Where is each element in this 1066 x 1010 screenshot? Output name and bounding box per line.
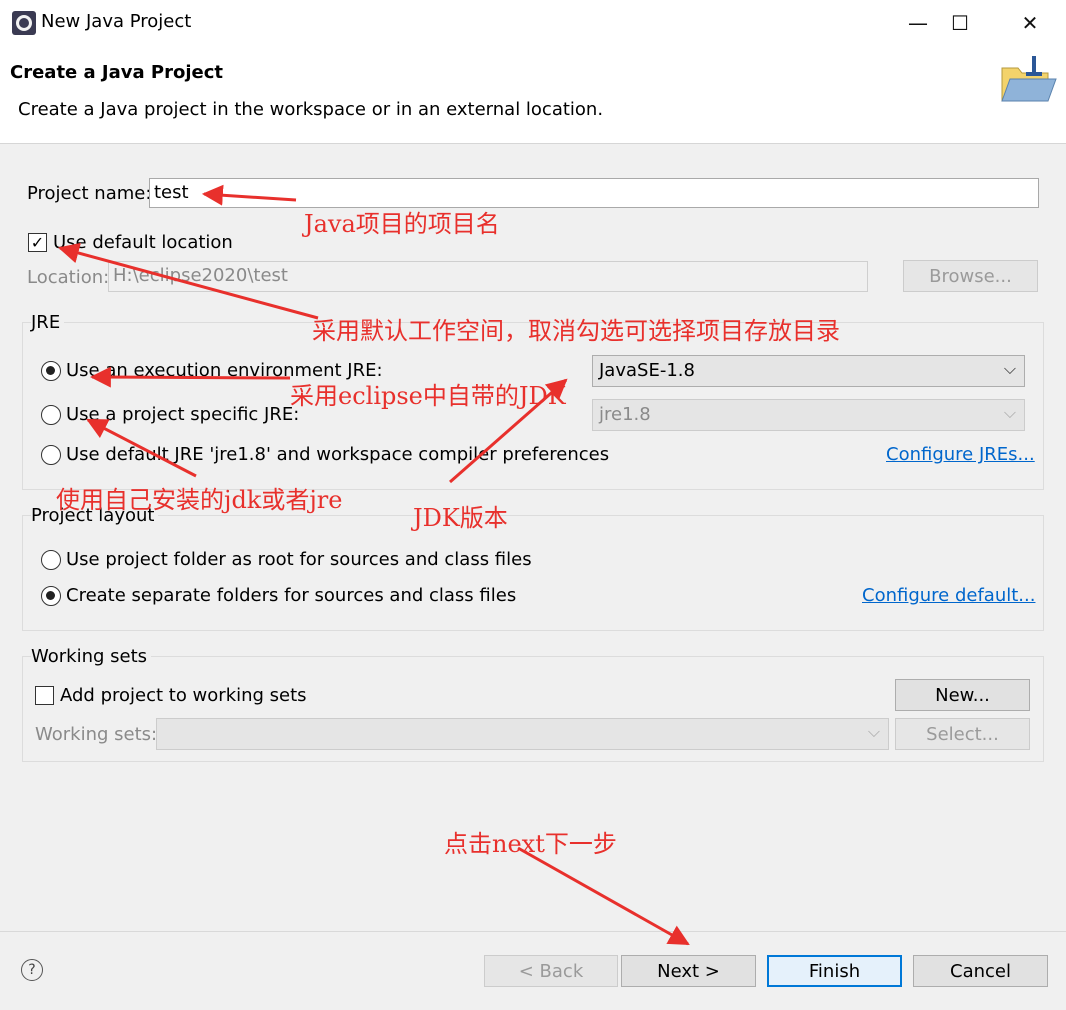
maximize-icon: ☐ — [951, 11, 969, 35]
jre-default-label: Use default JRE 'jre1.8' and workspace c… — [66, 444, 610, 465]
maximize-button[interactable]: ☐ — [926, 0, 994, 46]
execution-env-value: JavaSE-1.8 — [599, 360, 695, 381]
minimize-icon: — — [908, 11, 928, 35]
help-button[interactable]: ? — [21, 959, 43, 981]
back-button[interactable]: < Back — [484, 955, 618, 987]
cancel-button[interactable]: Cancel — [913, 955, 1048, 987]
new-java-project-folder-icon — [1001, 56, 1057, 102]
wizard-header: Create a Java Project Create a Java proj… — [0, 46, 1066, 144]
help-icon: ? — [28, 962, 36, 978]
eclipse-app-icon — [12, 11, 36, 35]
next-button[interactable]: Next > — [621, 955, 756, 987]
jre-execution-env-radio[interactable] — [41, 361, 61, 381]
project-name-input[interactable]: test — [149, 178, 1039, 208]
project-name-label: Project name: — [27, 183, 152, 204]
location-input[interactable]: H:\eclipse2020\test — [108, 261, 868, 292]
use-default-location-label: Use default location — [53, 232, 233, 253]
chevron-down-icon: ⌵ — [1003, 403, 1016, 422]
annotation-own-jdk: 使用自己安装的jdk或者jre — [56, 486, 343, 514]
new-working-set-button[interactable]: New... — [895, 679, 1030, 711]
configure-default-link[interactable]: Configure default... — [862, 585, 1035, 606]
project-layout-group — [22, 515, 1044, 631]
annotation-default-location: 采用默认工作空间，取消勾选可选择项目存放目录 — [312, 317, 840, 345]
working-sets-combo[interactable]: ⌵ — [156, 718, 889, 750]
title-bar: New Java Project — ☐ ✕ — [0, 0, 1066, 46]
add-to-working-sets-checkbox[interactable] — [35, 686, 54, 705]
execution-env-combo[interactable]: JavaSE-1.8 ⌵ — [592, 355, 1025, 387]
arrow-next — [517, 846, 690, 946]
configure-jres-link[interactable]: Configure JREs... — [886, 444, 1035, 465]
chevron-down-icon: ⌵ — [1003, 359, 1016, 378]
jre-project-specific-label: Use a project specific JRE: — [66, 404, 300, 425]
annotation-jdk-version: JDK版本 — [413, 504, 508, 532]
close-button[interactable]: ✕ — [996, 0, 1064, 46]
add-to-working-sets-label: Add project to working sets — [60, 685, 307, 706]
window-title: New Java Project — [41, 11, 192, 32]
chevron-down-icon: ⌵ — [867, 722, 880, 741]
working-sets-group-title: Working sets — [31, 646, 152, 667]
jre-project-specific-radio[interactable] — [41, 405, 61, 425]
layout-separate-label: Create separate folders for sources and … — [66, 585, 517, 606]
use-default-location-checkbox[interactable]: ✓ — [28, 233, 47, 252]
jre-group-title: JRE — [31, 312, 65, 333]
close-icon: ✕ — [1021, 11, 1039, 35]
location-value: H:\eclipse2020\test — [113, 265, 288, 286]
project-specific-jre-value: jre1.8 — [599, 404, 651, 425]
layout-root-radio[interactable] — [41, 550, 61, 570]
project-specific-jre-combo[interactable]: jre1.8 ⌵ — [592, 399, 1025, 431]
location-label: Location: — [27, 267, 110, 288]
wizard-title: Create a Java Project — [10, 62, 224, 83]
working-sets-label: Working sets: — [35, 724, 158, 745]
layout-root-label: Use project folder as root for sources a… — [66, 549, 532, 570]
checkmark-icon: ✓ — [30, 232, 45, 252]
footer-separator — [0, 931, 1066, 932]
wizard-description: Create a Java project in the workspace o… — [18, 99, 604, 120]
annotation-project-name: Java项目的项目名 — [304, 210, 500, 238]
project-name-value: test — [154, 182, 189, 203]
layout-separate-radio[interactable] — [41, 586, 61, 606]
annotation-eclipse-jdk: 采用eclipse中自带的JDK — [290, 382, 566, 410]
select-working-sets-button[interactable]: Select... — [895, 718, 1030, 750]
finish-button[interactable]: Finish — [767, 955, 902, 987]
jre-default-radio[interactable] — [41, 445, 61, 465]
browse-button[interactable]: Browse... — [903, 260, 1038, 292]
annotation-next-step: 点击next下一步 — [444, 830, 617, 858]
